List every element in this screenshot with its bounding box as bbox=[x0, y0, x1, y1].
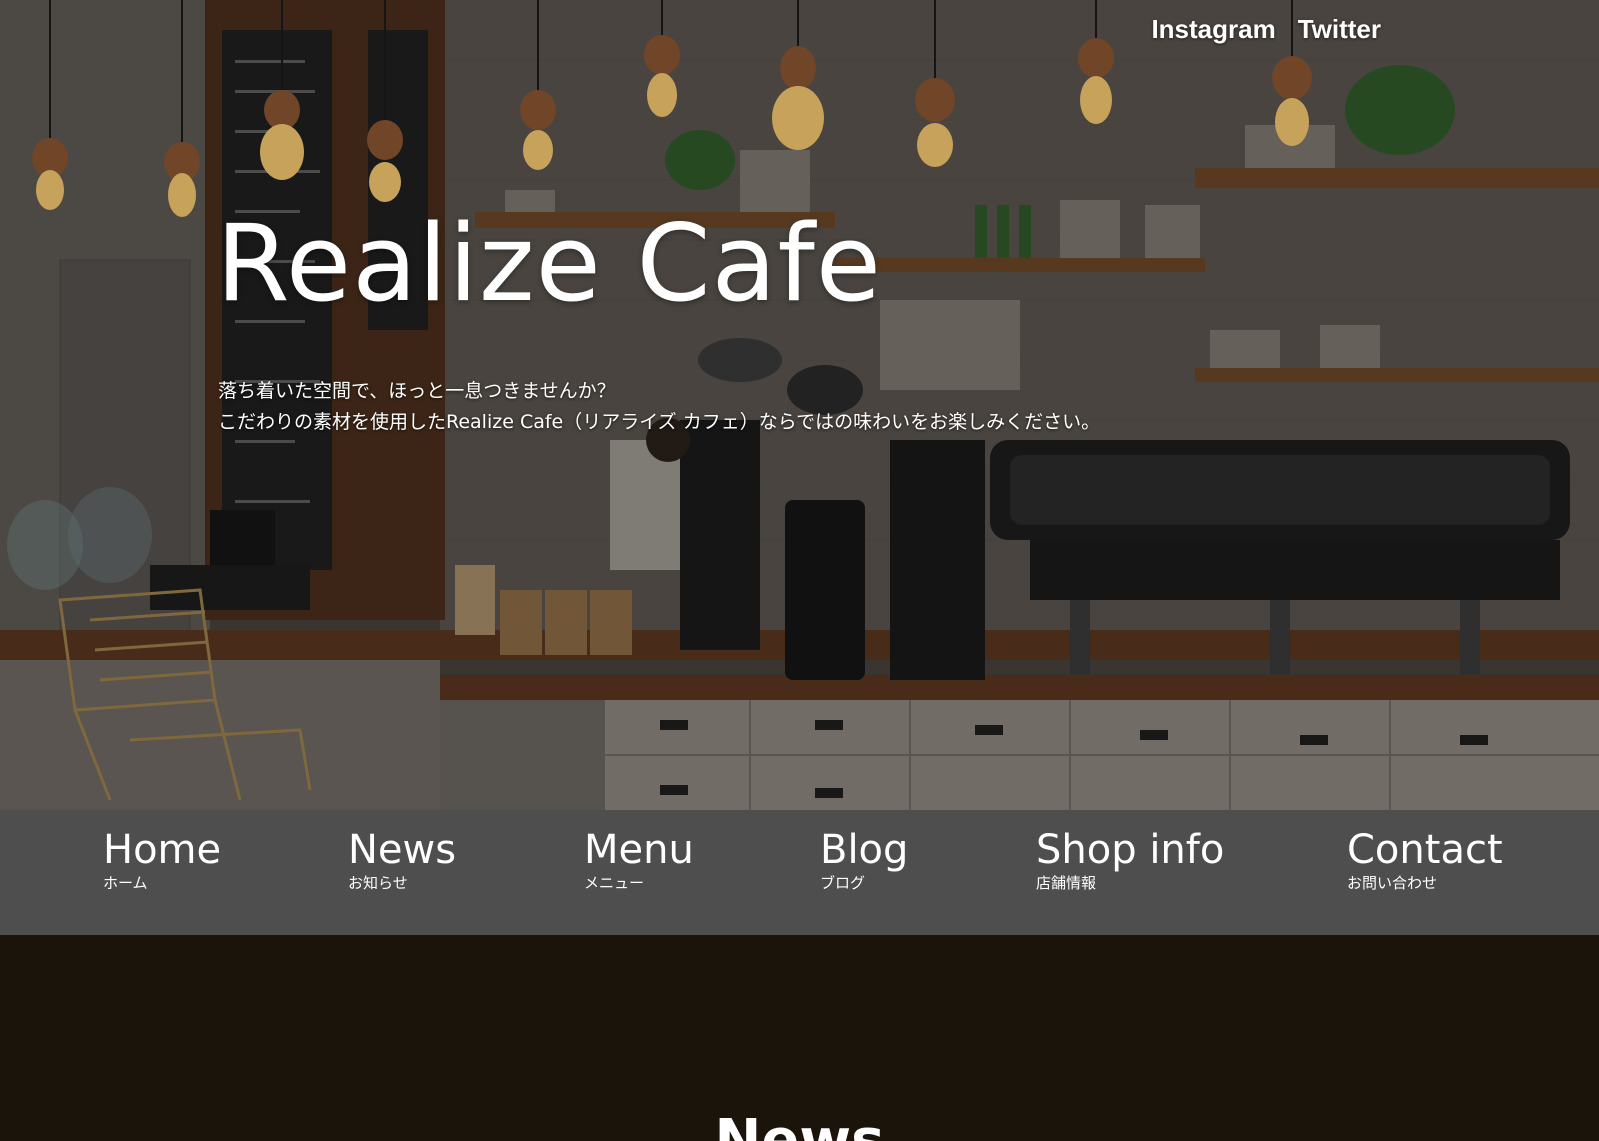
nav-item-sublabel: お問い合わせ bbox=[1347, 874, 1438, 892]
instagram-link[interactable]: Instagram bbox=[1151, 14, 1275, 45]
social-links: Instagram Twitter bbox=[1151, 14, 1381, 45]
news-section: News bbox=[0, 935, 1599, 1141]
nav-item-shop-info[interactable]: Shop info 店舗情報 bbox=[1036, 826, 1224, 892]
hero-lead: 落ち着いた空間で、ほっと一息つきませんか？ こだわりの素材を使用したRealiz… bbox=[218, 376, 1100, 438]
nav-item-sublabel: メニュー bbox=[584, 874, 645, 892]
nav-item-sublabel: お知らせ bbox=[348, 874, 408, 892]
nav-item-news[interactable]: News お知らせ bbox=[348, 826, 456, 892]
hero: Instagram Twitter Realize Cafe 落ち着いた空間で、… bbox=[0, 0, 1599, 810]
nav-item-label: Contact bbox=[1347, 827, 1503, 873]
site-title: Realize Cafe bbox=[216, 202, 883, 325]
hero-lead-line-2: こだわりの素材を使用したRealize Cafe（リアライズ カフェ）ならではの… bbox=[218, 411, 1101, 433]
nav-item-sublabel: 店舗情報 bbox=[1036, 874, 1097, 892]
nav-item-label: Menu bbox=[584, 827, 694, 873]
news-heading: News bbox=[714, 1108, 885, 1141]
nav-item-label: News bbox=[348, 827, 457, 873]
hero-lead-line-1: 落ち着いた空間で、ほっと一息つきませんか？ bbox=[218, 380, 616, 402]
page: Instagram Twitter Realize Cafe 落ち着いた空間で、… bbox=[0, 0, 1599, 1141]
nav-item-menu[interactable]: Menu メニュー bbox=[584, 826, 694, 892]
nav-item-label: Shop info bbox=[1036, 827, 1225, 873]
nav-item-home[interactable]: Home ホーム bbox=[103, 826, 221, 892]
nav-item-label: Blog bbox=[820, 827, 909, 873]
global-nav: Home ホーム News お知らせ Menu メニュー Blog ブログ Sh… bbox=[0, 810, 1599, 935]
nav-item-label: Home bbox=[103, 827, 222, 873]
nav-item-sublabel: ホーム bbox=[103, 874, 148, 892]
nav-item-blog[interactable]: Blog ブログ bbox=[820, 826, 908, 892]
nav-item-sublabel: ブログ bbox=[820, 874, 866, 892]
nav-item-contact[interactable]: Contact お問い合わせ bbox=[1347, 826, 1503, 892]
twitter-link[interactable]: Twitter bbox=[1298, 14, 1381, 45]
